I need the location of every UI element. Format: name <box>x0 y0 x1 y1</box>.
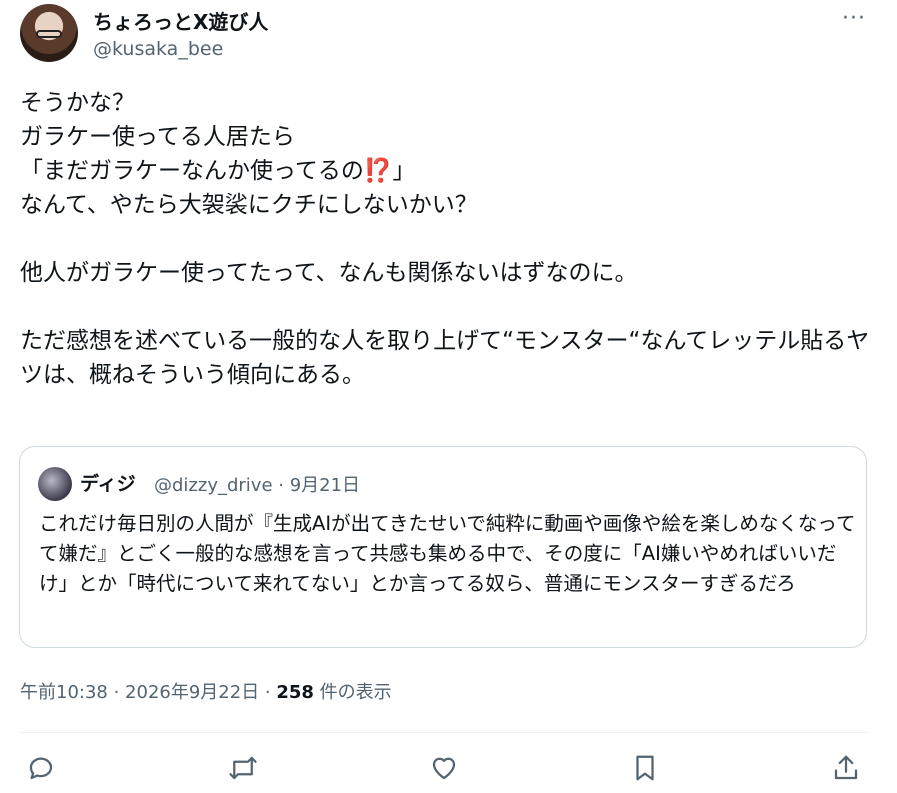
post-metadata: 午前10:38 · 2026年9月22日 · 258 件の表示 <box>20 678 392 704</box>
quoted-author-avatar <box>38 467 72 501</box>
share-icon[interactable] <box>829 752 863 784</box>
view-count-label: 件の表示 <box>313 682 392 703</box>
post-text: そうかな？ ガラケー使ってる人居たら 「まだガラケーなんか使ってるの⁉️」 なん… <box>20 90 870 388</box>
quoted-post[interactable]: ディジ @dizzy_drive · 9月21日 これだけ毎日別の人間が『生成A… <box>19 446 867 648</box>
retweet-icon[interactable] <box>226 752 260 784</box>
divider <box>20 732 870 733</box>
quoted-post-text: これだけ毎日別の人間が『生成AIが出てきたせいで純粋に動画や画像や絵を楽しめなく… <box>39 512 856 595</box>
like-icon[interactable] <box>427 752 461 784</box>
view-count: 258 <box>276 682 314 703</box>
more-options-icon[interactable]: ··· <box>842 6 866 31</box>
quoted-author-name: ディジ <box>80 473 136 495</box>
author-display-name[interactable]: ちょろっとX遊び人 <box>93 6 268 35</box>
reply-icon[interactable] <box>24 752 58 784</box>
bookmark-icon[interactable] <box>628 752 662 784</box>
author-avatar[interactable] <box>20 4 78 62</box>
quoted-author-meta: @dizzy_drive · 9月21日 <box>154 475 361 496</box>
post-timestamp[interactable]: 午前10:38 · 2026年9月22日 · <box>20 682 276 703</box>
author-handle[interactable]: @kusaka_bee <box>93 38 223 60</box>
